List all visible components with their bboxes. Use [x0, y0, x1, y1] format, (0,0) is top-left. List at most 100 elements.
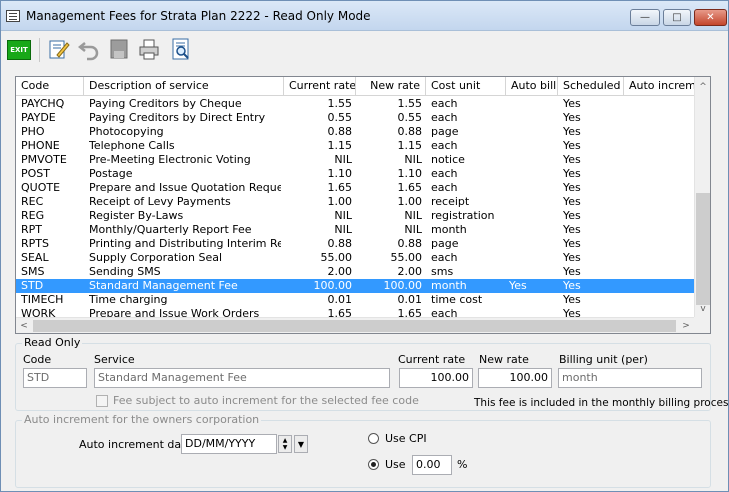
- cell-cost-unit: each: [431, 139, 458, 152]
- cell-cost-unit: month: [431, 223, 467, 236]
- cell-scheduled: Yes: [563, 111, 581, 124]
- management-fees-window: Management Fees for Strata Plan 2222 - R…: [0, 0, 729, 492]
- column-header-new-rate[interactable]: New rate: [356, 77, 426, 96]
- cell-code: REC: [21, 195, 44, 208]
- table-row[interactable]: REG Register By-Laws NIL NIL registration Yes: [16, 209, 696, 223]
- toolbar: EXIT: [1, 32, 728, 68]
- cell-current-rate: 0.55: [327, 111, 353, 124]
- table-row[interactable]: PHO Photocopying 0.88 0.88 page Yes: [16, 125, 696, 139]
- undo-button[interactable]: [75, 35, 103, 63]
- cell-description: Receipt of Levy Payments: [89, 195, 231, 208]
- cell-auto-bill: [506, 209, 556, 223]
- cell-description: Sending SMS: [89, 265, 161, 278]
- service-field[interactable]: Standard Management Fee: [94, 368, 390, 388]
- table-row[interactable]: PAYDE Paying Creditors by Direct Entry 0.5…: [16, 111, 696, 125]
- fees-grid[interactable]: Code Description of service Current rate…: [15, 76, 711, 334]
- cell-scheduled: Yes: [563, 209, 581, 222]
- cell-current-rate: 1.00: [327, 195, 353, 208]
- table-row[interactable]: QUOTE Prepare and Issue Quotation Request…: [16, 181, 696, 195]
- print-button[interactable]: [135, 35, 163, 63]
- cell-scheduled: Yes: [563, 167, 581, 180]
- grid-body: PAYCHQ Paying Creditors by Cheque 1.55 1.55…: [16, 97, 696, 319]
- scroll-right-icon[interactable]: >: [678, 318, 694, 333]
- cell-auto-bill: [506, 251, 556, 265]
- edit-icon: [49, 40, 70, 59]
- code-field[interactable]: STD: [23, 368, 87, 388]
- table-row[interactable]: TIMECH Time charging 0.01 0.01 time cost Yes: [16, 293, 696, 307]
- cell-code: POST: [21, 167, 50, 180]
- title-bar[interactable]: Management Fees for Strata Plan 2222 - R…: [1, 1, 728, 31]
- table-row[interactable]: PHONE Telephone Calls 1.15 1.15 each Yes: [16, 139, 696, 153]
- exit-button[interactable]: EXIT: [7, 40, 31, 60]
- cell-current-rate: 1.65: [327, 181, 353, 194]
- maximize-button[interactable]: □: [663, 9, 691, 26]
- cell-cost-unit: each: [431, 97, 458, 110]
- cell-cost-unit: sms: [431, 265, 454, 278]
- column-header-auto-increment[interactable]: Auto increme: [624, 77, 696, 96]
- column-header-current-rate[interactable]: Current rate: [284, 77, 356, 96]
- date-spinner[interactable]: ▲ ▼: [278, 435, 292, 453]
- table-row[interactable]: SEAL Supply Corporation Seal 55.00 55.00 eac…: [16, 251, 696, 265]
- cell-cost-unit: registration: [431, 209, 495, 222]
- horizontal-scrollbar[interactable]: < >: [16, 317, 696, 333]
- use-percent-radio[interactable]: [368, 459, 379, 470]
- horizontal-scroll-thumb[interactable]: [33, 320, 676, 332]
- table-row[interactable]: REC Receipt of Levy Payments 1.00 1.00 recei…: [16, 195, 696, 209]
- use-cpi-radio[interactable]: [368, 433, 379, 444]
- column-header-code[interactable]: Code: [16, 77, 84, 96]
- table-row[interactable]: RPT Monthly/Quarterly Report Fee NIL NIL mon…: [16, 223, 696, 237]
- cell-description: Paying Creditors by Cheque: [89, 97, 242, 110]
- table-row[interactable]: RPTS Printing and Distributing Interim Re…: [16, 237, 696, 251]
- column-header-scheduled[interactable]: Scheduled: [558, 77, 624, 96]
- cell-auto-bill: [506, 181, 556, 195]
- cell-description: Supply Corporation Seal: [89, 251, 223, 264]
- new-rate-field[interactable]: 100.00: [478, 368, 552, 388]
- auto-increment-checkbox-label: Fee subject to auto increment for the se…: [113, 394, 419, 407]
- save-button[interactable]: [105, 35, 133, 63]
- column-header-description[interactable]: Description of service: [84, 77, 284, 96]
- cell-description: Time charging: [89, 293, 168, 306]
- column-header-cost-unit[interactable]: Cost unit: [426, 77, 506, 96]
- new-rate-label: New rate: [479, 353, 529, 366]
- scroll-down-icon[interactable]: v: [695, 301, 710, 317]
- vertical-scrollbar[interactable]: ^ v: [694, 77, 710, 319]
- cell-description: Prepare and Issue Quotation Requests: [89, 181, 281, 194]
- spin-up-icon[interactable]: ▲: [283, 437, 288, 444]
- cell-current-rate: NIL: [334, 223, 352, 236]
- cell-auto-bill: [506, 97, 556, 111]
- vertical-scroll-thumb[interactable]: [696, 193, 710, 305]
- scroll-left-icon[interactable]: <: [16, 318, 32, 333]
- column-header-auto-bill[interactable]: Auto bill: [506, 77, 558, 96]
- minimize-button[interactable]: —: [630, 9, 660, 26]
- edit-button[interactable]: [45, 35, 73, 63]
- auto-increment-date-field[interactable]: DD/MM/YYYY: [181, 434, 277, 454]
- cell-new-rate: 1.15: [397, 139, 423, 152]
- print-preview-button[interactable]: [167, 35, 195, 63]
- cell-description: Postage: [89, 167, 133, 180]
- cell-current-rate: 2.00: [327, 265, 353, 278]
- date-dropdown-button[interactable]: ▼: [294, 435, 308, 453]
- table-row[interactable]: SMS Sending SMS 2.00 2.00 sms Yes: [16, 265, 696, 279]
- cell-code: SMS: [21, 265, 45, 278]
- use-percent-field[interactable]: 0.00: [412, 455, 452, 475]
- cell-auto-bill: [506, 293, 556, 307]
- cell-description: Standard Management Fee: [89, 279, 238, 292]
- cell-code: PAYDE: [21, 111, 56, 124]
- cell-current-rate: 0.88: [327, 125, 353, 138]
- cell-auto-bill: [506, 153, 556, 167]
- billing-unit-field[interactable]: month: [558, 368, 702, 388]
- table-row-selected[interactable]: STD Standard Management Fee 100.00 100.00 mo…: [16, 279, 696, 293]
- auto-increment-checkbox[interactable]: [96, 395, 108, 407]
- scroll-up-icon[interactable]: ^: [695, 79, 710, 95]
- spin-down-icon[interactable]: ▼: [283, 444, 288, 451]
- scrollbar-corner: [694, 317, 710, 333]
- cell-current-rate: 0.88: [327, 237, 353, 250]
- table-row[interactable]: POST Postage 1.10 1.10 each Yes: [16, 167, 696, 181]
- current-rate-field[interactable]: 100.00: [399, 368, 473, 388]
- table-row[interactable]: PMVOTE Pre-Meeting Electronic Voting NIL NI…: [16, 153, 696, 167]
- close-button[interactable]: ✕: [694, 9, 727, 26]
- percent-label: %: [457, 458, 468, 471]
- cell-cost-unit: receipt: [431, 195, 470, 208]
- cell-new-rate: 1.00: [397, 195, 423, 208]
- table-row[interactable]: PAYCHQ Paying Creditors by Cheque 1.55 1.55…: [16, 97, 696, 111]
